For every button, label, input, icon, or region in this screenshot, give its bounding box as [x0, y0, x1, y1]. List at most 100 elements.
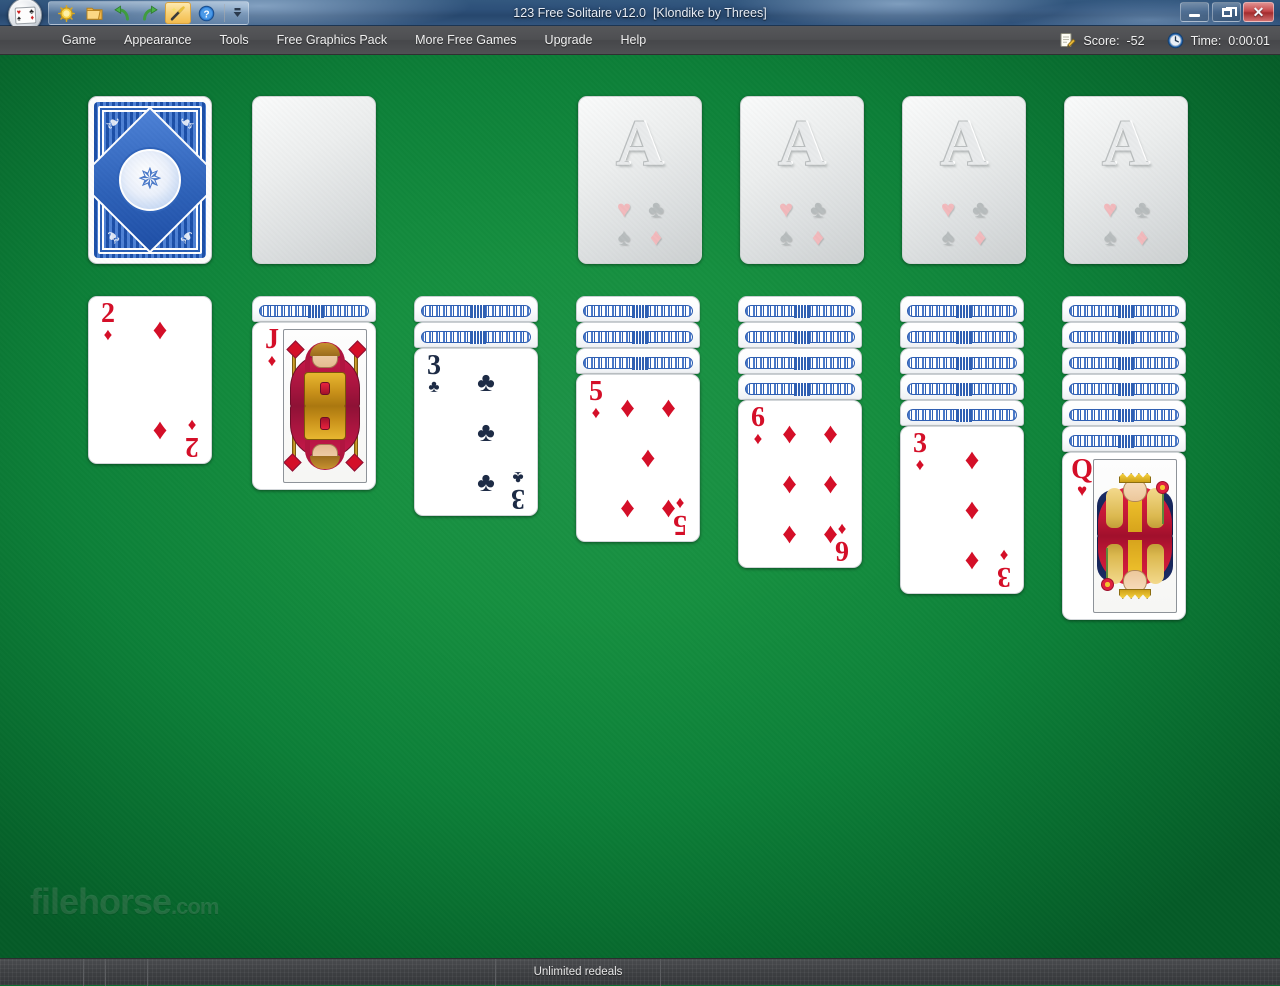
card-pip-♦: ♦ [769, 509, 810, 559]
face-down-card[interactable] [1062, 322, 1186, 348]
menu-item-help[interactable]: Help [607, 26, 661, 55]
app-icon-pip-diamond: ♦ [30, 14, 34, 21]
face-down-card[interactable] [1062, 348, 1186, 374]
status-bar: Unlimited redeals [0, 958, 1280, 985]
card-pip-♦: ♦ [607, 433, 689, 483]
foundation-ace-placeholder: A [903, 111, 1025, 177]
queen-flower-stem [1162, 492, 1164, 524]
status-cell-2 [84, 959, 106, 986]
card-rank: 5 [583, 378, 609, 406]
face-down-card[interactable] [900, 400, 1024, 426]
card-pip-♣: ♣ [445, 357, 527, 407]
face-down-card[interactable] [1062, 296, 1186, 322]
queen-figure [1098, 536, 1172, 594]
card-suit-icon: ♥ [1069, 483, 1095, 499]
close-button[interactable]: ✕ [1243, 2, 1274, 22]
card-corner-top: 5♦ [583, 378, 609, 421]
face-down-card[interactable] [252, 296, 376, 322]
face-up-card-6♦[interactable]: 6♦6♦♦♦♦♦♦♦ [738, 400, 862, 568]
face-down-card[interactable] [576, 348, 700, 374]
time-label: Time: 0:00:01 [1191, 34, 1270, 48]
face-down-card[interactable] [900, 322, 1024, 348]
card-pip-♦: ♦ [648, 383, 689, 433]
menu-item-tools[interactable]: Tools [205, 26, 262, 55]
face-down-card[interactable] [414, 296, 538, 322]
face-down-card[interactable] [900, 296, 1024, 322]
card-suit-icon: ♦ [907, 457, 933, 473]
face-down-card[interactable] [738, 348, 862, 374]
new-game-icon[interactable] [53, 2, 79, 24]
card-back-band [907, 383, 1017, 395]
menu-item-upgrade[interactable]: Upgrade [531, 26, 607, 55]
face-down-card[interactable] [1062, 374, 1186, 400]
menu-items: Game Appearance Tools Free Graphics Pack… [48, 26, 660, 55]
queen-hair-left [1106, 488, 1123, 528]
card-back-band [1069, 357, 1179, 369]
face-up-card-2♦[interactable]: 2♦2♦♦♦ [88, 296, 212, 464]
card-pip-♦: ♦ [607, 383, 648, 433]
face-down-card[interactable] [1062, 400, 1186, 426]
redo-icon[interactable] [137, 2, 163, 24]
card-pip-♦: ♦ [931, 485, 1013, 535]
club-icon: ♣ [802, 197, 834, 223]
face-down-card[interactable] [738, 322, 862, 348]
face-down-card[interactable] [900, 348, 1024, 374]
face-down-card[interactable] [576, 296, 700, 322]
menu-item-more-free-games[interactable]: More Free Games [401, 26, 530, 55]
spade-icon: ♠ [932, 225, 964, 251]
face-down-card[interactable] [576, 322, 700, 348]
face-up-card-3♣[interactable]: 3♣3♣♣♣♣ [414, 348, 538, 516]
foundation-pile-3[interactable]: A ♥ ♣ ♠ ♦ [902, 96, 1026, 264]
card-pip-♦: ♦ [810, 509, 851, 559]
hint-wand-icon[interactable] [165, 2, 191, 24]
redo-arrow-glyph [141, 5, 159, 21]
card-pip-♦: ♦ [931, 535, 1013, 585]
foundation-pile-1[interactable]: A ♥ ♣ ♠ ♦ [578, 96, 702, 264]
face-up-card-3♦[interactable]: 3♦3♦♦♦♦ [900, 426, 1024, 594]
card-back-band [745, 357, 855, 369]
maximize-button[interactable] [1212, 2, 1241, 22]
card-back-pattern: ❧ ❧ ❧ ❧ ✵ [94, 102, 206, 258]
card-rank: J [259, 326, 285, 354]
face-up-card-Q♥[interactable]: Q♥Q♥ [1062, 452, 1186, 620]
folder-glyph [86, 5, 103, 21]
foundation-pile-2[interactable]: A ♥ ♣ ♠ ♦ [740, 96, 864, 264]
menu-item-game[interactable]: Game [48, 26, 110, 55]
minimize-icon [1189, 14, 1200, 17]
card-back-band [583, 305, 693, 317]
card-suit-icon: ♦ [583, 405, 609, 421]
face-down-card[interactable] [1062, 426, 1186, 452]
undo-icon[interactable] [109, 2, 135, 24]
face-up-card-J♦[interactable]: J♦J♦ [252, 322, 376, 490]
foundation-suit-row: ♥ ♣ ♠ ♦ [608, 197, 672, 251]
foundation-pile-4[interactable]: A ♥ ♣ ♠ ♦ [1064, 96, 1188, 264]
face-up-card-5♦[interactable]: 5♦5♦♦♦♦♦♦ [576, 374, 700, 542]
spade-icon: ♠ [608, 225, 640, 251]
open-game-icon[interactable] [81, 2, 107, 24]
menu-item-appearance[interactable]: Appearance [110, 26, 205, 55]
club-icon: ♣ [640, 197, 672, 223]
toolbar-overflow-chevron-icon[interactable] [229, 2, 245, 24]
face-down-card[interactable] [738, 374, 862, 400]
card-pips: ♦♦ [119, 305, 201, 455]
card-back-band [907, 357, 1017, 369]
toolbar-separator [224, 4, 225, 22]
card-pip-♦: ♦ [607, 483, 648, 533]
card-corner-top: J♦ [259, 326, 285, 369]
stock-pile[interactable]: ❧ ❧ ❧ ❧ ✵ [88, 96, 212, 264]
face-down-card[interactable] [738, 296, 862, 322]
card-pips: ♦♦♦♦♦ [607, 383, 689, 533]
time-indicator: Time: 0:00:01 [1167, 32, 1270, 49]
help-icon[interactable]: ? [193, 2, 219, 24]
card-back-band [1069, 383, 1179, 395]
face-down-card[interactable] [414, 322, 538, 348]
watermark-text: filehorse [30, 881, 171, 922]
waste-pile[interactable] [252, 96, 376, 264]
menu-item-free-graphics-pack[interactable]: Free Graphics Pack [263, 26, 401, 55]
diamond-icon: ♦ [640, 225, 672, 251]
card-corner-top: 2♦ [95, 300, 121, 343]
question-circle-glyph: ? [198, 5, 215, 22]
face-down-card[interactable] [900, 374, 1024, 400]
minimize-button[interactable] [1180, 2, 1209, 22]
filehorse-watermark: filehorse.com [30, 881, 218, 923]
